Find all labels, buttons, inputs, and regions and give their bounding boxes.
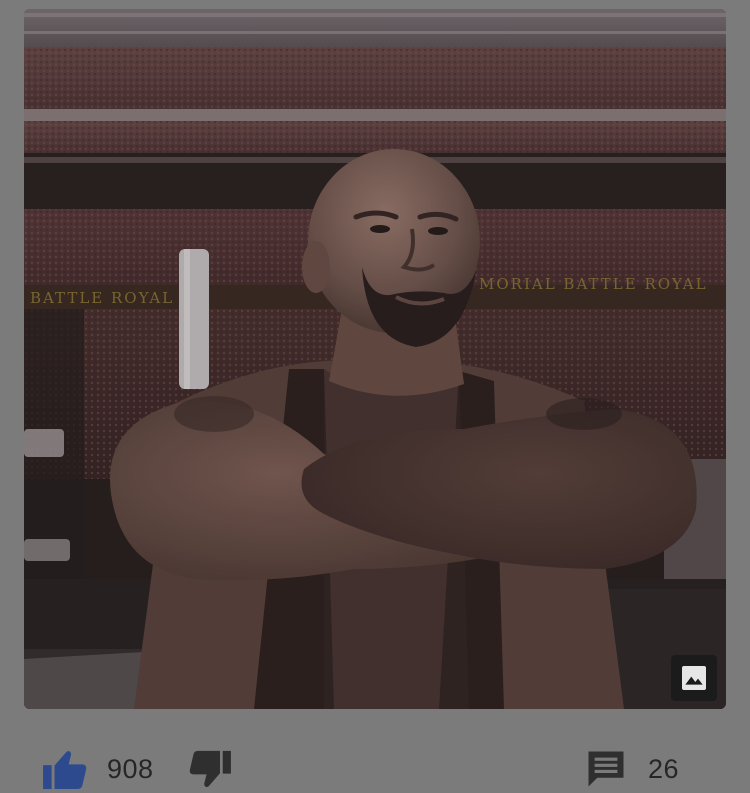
comment-icon — [588, 751, 624, 787]
thumbs-down-icon — [189, 750, 231, 788]
comment-count: 26 — [648, 753, 680, 784]
image-icon — [682, 666, 706, 690]
action-bar: 908 26 — [0, 738, 750, 793]
like-count: 908 — [107, 753, 154, 784]
like-button[interactable]: 908 — [42, 748, 154, 790]
media-card[interactable]: BATTLE ROYAL MORIAL BATTLE ROYAL — [24, 9, 726, 709]
media-photo: BATTLE ROYAL MORIAL BATTLE ROYAL — [24, 9, 726, 709]
image-type-badge[interactable] — [671, 655, 717, 701]
comments-button[interactable]: 26 — [585, 748, 679, 790]
dislike-button[interactable] — [187, 750, 233, 790]
thumbs-up-icon — [43, 751, 87, 790]
